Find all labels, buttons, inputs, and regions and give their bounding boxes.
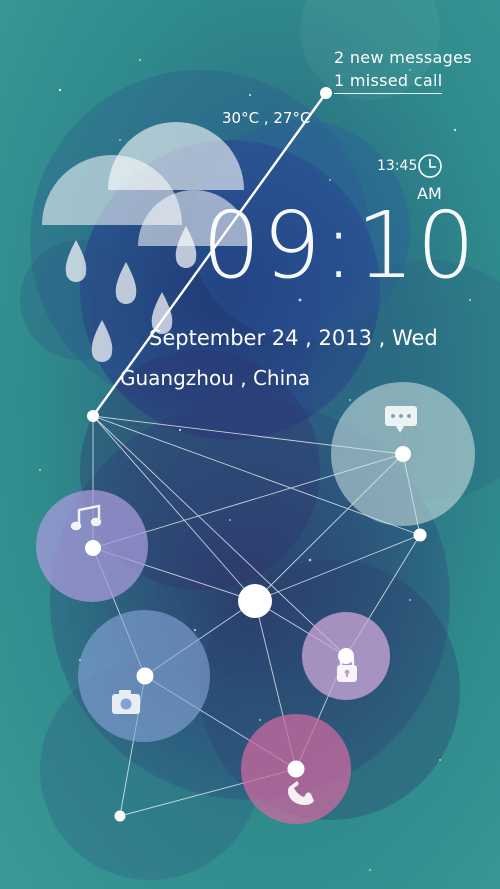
- temperature-range: 30°C , 27°C: [222, 109, 311, 127]
- location-label: Guangzhou , China: [120, 366, 311, 390]
- unlock-shortcut[interactable]: [302, 612, 390, 700]
- music-shortcut[interactable]: [36, 490, 148, 602]
- alarm-clock-icon: [418, 154, 442, 178]
- center-unlock-node[interactable]: [232, 575, 278, 621]
- alarm-time: 13:45: [377, 158, 418, 174]
- missed-call-notification[interactable]: 1 missed call: [334, 71, 443, 94]
- phone-shortcut[interactable]: [241, 714, 351, 824]
- clock-time: 09:10: [202, 192, 478, 299]
- date-label: September 24 , 2013 , Wed: [149, 326, 438, 350]
- messages-shortcut[interactable]: [331, 382, 475, 526]
- lock-screen: 2 new messages 1 missed call 30°C , 27°C…: [0, 0, 500, 889]
- new-messages-notification[interactable]: 2 new messages: [334, 48, 472, 67]
- camera-shortcut[interactable]: [78, 610, 210, 742]
